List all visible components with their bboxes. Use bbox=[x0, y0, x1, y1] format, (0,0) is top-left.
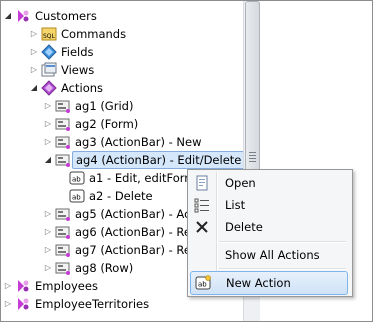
tree-node-label: ag8 (Row) bbox=[75, 261, 134, 275]
open-icon bbox=[196, 175, 208, 191]
tree-node-label: ag1 (Grid) bbox=[75, 99, 134, 113]
expand-arrow-icon[interactable]: ▷ bbox=[43, 133, 53, 151]
tree-node-fields[interactable]: ▷ Fields bbox=[3, 43, 243, 61]
tree-node-label: ag3 (ActionBar) - New bbox=[75, 135, 202, 149]
tree-node-views[interactable]: ▷ Views bbox=[3, 61, 243, 79]
action-group-icon bbox=[55, 226, 70, 239]
action-group-icon bbox=[55, 118, 70, 131]
menu-item-label: Delete bbox=[225, 220, 263, 234]
tree-node-label: Fields bbox=[61, 45, 94, 59]
tree-node-label: ag5 (ActionBar) - Actions bbox=[75, 207, 187, 221]
action-group-icon bbox=[55, 244, 70, 257]
tree-node-label: Views bbox=[61, 63, 95, 77]
expand-arrow-icon[interactable]: ▷ bbox=[43, 223, 53, 241]
menu-item-label: List bbox=[225, 198, 246, 212]
tree-node-ag7[interactable]: ▷ ag7 (ActionBar) - Report bbox=[3, 241, 187, 259]
svg-text:ab: ab bbox=[72, 194, 81, 202]
tree-node-label: ag7 (ActionBar) - Report bbox=[75, 243, 187, 257]
svg-text:ab: ab bbox=[198, 281, 207, 289]
expand-arrow-icon[interactable]: ▷ bbox=[43, 259, 53, 277]
action-group-icon bbox=[55, 154, 70, 167]
tree-node-label: ag2 (Form) bbox=[75, 117, 139, 131]
svg-text:ab: ab bbox=[72, 176, 81, 184]
tree-node-label: a1 - Edit, editForm1 bbox=[89, 171, 203, 185]
expand-arrow-icon[interactable]: ▷ bbox=[43, 205, 53, 223]
menu-item-show-all-actions[interactable]: Show All Actions bbox=[190, 244, 348, 266]
menu-item-label: Open bbox=[225, 176, 256, 190]
fields-icon bbox=[41, 44, 57, 60]
tree-node-ag1[interactable]: ▷ ag1 (Grid) bbox=[3, 97, 243, 115]
tree-node-ag6[interactable]: ▷ ag6 (ActionBar) - Record bbox=[3, 223, 187, 241]
action-group-icon bbox=[55, 262, 70, 275]
controller-icon bbox=[18, 280, 29, 292]
expand-arrow-icon[interactable]: ▷ bbox=[29, 61, 39, 79]
tree-node-a2[interactable]: ab a2 - Delete bbox=[3, 187, 187, 205]
new-action-icon: ab bbox=[195, 275, 211, 290]
action-icon: ab bbox=[69, 189, 85, 203]
action-group-icon bbox=[55, 208, 70, 221]
tree-node-label: ag4 (ActionBar) - Edit/Delete bbox=[72, 151, 246, 169]
tree-node-label: a2 - Delete bbox=[89, 189, 153, 203]
tree-node-label: Commands bbox=[61, 27, 127, 41]
tree-node-employeeterritories[interactable]: ▷ EmployeeTerritories bbox=[3, 295, 243, 313]
tree-node-label: EmployeeTerritories bbox=[35, 297, 150, 311]
controller-icon bbox=[18, 10, 29, 22]
tree-node-customers[interactable]: ◢ Customers bbox=[3, 7, 243, 25]
sql-command-icon: SQL bbox=[41, 27, 57, 41]
collapse-arrow-icon[interactable]: ◢ bbox=[43, 151, 53, 169]
menu-item-new-action[interactable]: ab New Action bbox=[190, 271, 348, 295]
menu-item-delete[interactable]: Delete bbox=[190, 216, 348, 238]
scrollbar-grip-icon bbox=[249, 152, 256, 162]
expand-arrow-icon[interactable]: ▷ bbox=[29, 43, 39, 61]
controller-icon bbox=[18, 298, 29, 310]
expand-arrow-icon[interactable]: ▷ bbox=[29, 25, 39, 43]
expand-arrow-icon[interactable]: ▷ bbox=[3, 295, 13, 313]
tree-node-ag3[interactable]: ▷ ag3 (ActionBar) - New bbox=[3, 133, 243, 151]
action-group-icon bbox=[55, 136, 70, 149]
tree-node-ag2[interactable]: ▷ ag2 (Form) bbox=[3, 115, 243, 133]
tree-node-label: Employees bbox=[35, 279, 98, 293]
svg-text:SQL: SQL bbox=[43, 33, 56, 40]
expand-arrow-icon[interactable]: ▷ bbox=[43, 241, 53, 259]
tree-node-label: ag6 (ActionBar) - Record bbox=[75, 225, 187, 239]
menu-item-label: Show All Actions bbox=[225, 248, 320, 262]
list-icon bbox=[194, 198, 209, 213]
delete-icon bbox=[196, 221, 208, 233]
context-menu: Open List Delete Show All Actions ab New… bbox=[187, 169, 353, 297]
expand-arrow-icon[interactable]: ▷ bbox=[3, 277, 13, 295]
tree-node-actions[interactable]: ◢ Actions bbox=[3, 79, 243, 97]
collapse-arrow-icon[interactable]: ◢ bbox=[29, 79, 39, 97]
menu-item-open[interactable]: Open bbox=[190, 172, 348, 194]
menu-item-list[interactable]: List bbox=[190, 194, 348, 216]
actions-icon bbox=[41, 80, 57, 96]
views-icon bbox=[41, 62, 57, 77]
tree-node-label: Customers bbox=[35, 9, 97, 23]
action-icon: ab bbox=[69, 171, 85, 185]
expand-arrow-icon[interactable]: ▷ bbox=[43, 115, 53, 133]
tree-node-label: Actions bbox=[61, 81, 104, 95]
menu-separator bbox=[219, 241, 346, 243]
project-explorer-tree: ◢ Customers ▷ SQL Commands ▷ Fields ▷ Vi… bbox=[0, 0, 373, 322]
tree-node-commands[interactable]: ▷ SQL Commands bbox=[3, 25, 243, 43]
tree-node-ag5[interactable]: ▷ ag5 (ActionBar) - Actions bbox=[3, 205, 187, 223]
expand-arrow-icon[interactable]: ▷ bbox=[43, 97, 53, 115]
tree-node-a1[interactable]: ab a1 - Edit, editForm1 bbox=[3, 169, 203, 187]
menu-separator bbox=[219, 268, 346, 270]
menu-item-label: New Action bbox=[226, 276, 291, 290]
tree-node-ag4[interactable]: ◢ ag4 (ActionBar) - Edit/Delete bbox=[3, 151, 246, 169]
action-group-icon bbox=[55, 100, 70, 113]
tree-node-ag8[interactable]: ▷ ag8 (Row) bbox=[3, 259, 187, 277]
collapse-arrow-icon[interactable]: ◢ bbox=[3, 7, 13, 25]
